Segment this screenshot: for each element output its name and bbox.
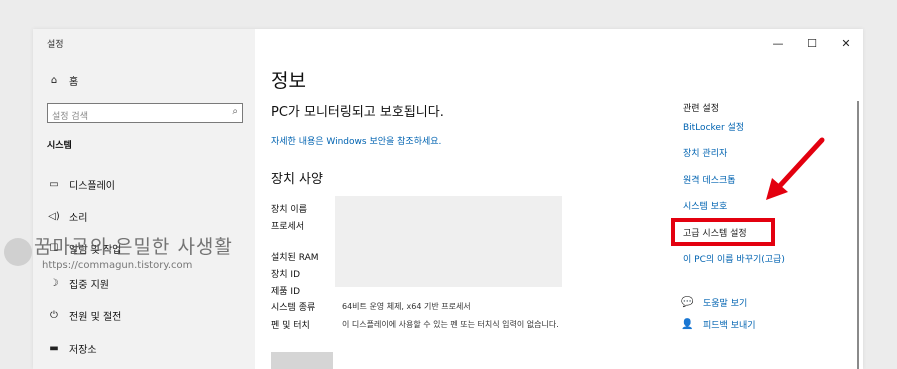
app-title: 설정 [47, 40, 64, 50]
feedback-link[interactable]: 👤 피드백 보내기 [681, 318, 756, 331]
sidebar-item-label: 디스플레이 [69, 180, 115, 192]
page-title: 정보 [271, 70, 306, 92]
sidebar-item-label: 저장소 [69, 344, 97, 356]
watermark-url: https://commagun.tistory.com [42, 260, 193, 271]
get-help-link[interactable]: 💬 도움말 보기 [681, 296, 747, 309]
system-protection-link[interactable]: 시스템 보호 [683, 199, 727, 212]
search-box[interactable]: ⌕ [47, 103, 243, 126]
security-details-link[interactable]: 자세한 내용은 Windows 보안을 참조하세요. [271, 134, 441, 147]
rename-pc-link[interactable]: 이 PC의 이름 바꾸기(고급) [683, 252, 785, 265]
watermark: 꿈마곤의 은밀한 사생활 https://commagun.tistory.co… [4, 232, 234, 312]
get-help-label: 도움말 보기 [703, 299, 748, 309]
remote-desktop-link[interactable]: 원격 데스크톱 [683, 173, 736, 186]
spec-value-system-type: 64비트 운영 체제, x64 기반 프로세서 [342, 302, 471, 311]
spec-value-pen-touch: 이 디스플레이에 사용할 수 있는 펜 또는 터치식 입력이 없습니다. [342, 320, 559, 329]
spec-label-device-name: 장치 이름 [271, 205, 307, 215]
watermark-title: 꿈마곤의 은밀한 사생활 [34, 236, 233, 258]
spec-label-device-id: 장치 ID [271, 270, 301, 280]
help-icon: 💬 [681, 297, 694, 308]
protection-status: PC가 모니터링되고 보호됩니다. [271, 105, 444, 120]
sidebar-item-display[interactable]: ▭ 디스플레이 [47, 174, 115, 194]
related-settings-heading: 관련 설정 [683, 104, 719, 114]
storage-icon: ▬ [49, 342, 59, 354]
copy-button[interactable] [271, 352, 333, 369]
main-content: 정보 PC가 모니터링되고 보호됩니다. 자세한 내용은 Windows 보안을… [271, 29, 863, 369]
arrow-annotation-icon [766, 137, 825, 200]
monitor-icon: ▭ [49, 178, 59, 190]
highlight-box [671, 218, 775, 246]
feedback-label: 피드백 보내기 [703, 321, 756, 331]
device-manager-link[interactable]: 장치 관리자 [683, 146, 727, 159]
sidebar-item-label: 소리 [69, 212, 88, 224]
feedback-icon: 👤 [681, 319, 694, 330]
spec-label-ram: 설치된 RAM [271, 253, 319, 263]
home-icon: ⌂ [50, 74, 58, 86]
sidebar-item-label: 홈 [69, 76, 79, 88]
bitlocker-settings-link[interactable]: BitLocker 설정 [683, 120, 744, 133]
sidebar: 설정 ⌂ 홈 ⌕ 시스템 ▭ 디스플레이 ◁) 소리 ☐ 알림 및 작업 ☽ 집… [33, 29, 255, 369]
sidebar-item-sound[interactable]: ◁) 소리 [47, 206, 87, 226]
spec-label-processor: 프로세서 [271, 222, 305, 232]
spec-label-system-type: 시스템 종류 [271, 303, 316, 313]
device-specs-heading: 장치 사양 [271, 172, 323, 187]
spec-label-pen-touch: 펜 및 터치 [271, 321, 310, 331]
spec-label-product-id: 제품 ID [271, 287, 301, 297]
sidebar-item-home[interactable]: ⌂ 홈 [47, 70, 78, 90]
scrollbar[interactable] [857, 101, 859, 369]
settings-window: 설정 ⌂ 홈 ⌕ 시스템 ▭ 디스플레이 ◁) 소리 ☐ 알림 및 작업 ☽ 집… [33, 29, 863, 369]
sidebar-item-storage[interactable]: ▬ 저장소 [47, 338, 97, 358]
redacted-area [335, 196, 562, 287]
search-icon[interactable]: ⌕ [232, 106, 238, 117]
section-heading: 시스템 [47, 141, 72, 151]
speaker-icon: ◁) [48, 210, 60, 222]
watermark-logo-icon [4, 238, 32, 266]
search-input[interactable] [48, 108, 226, 126]
